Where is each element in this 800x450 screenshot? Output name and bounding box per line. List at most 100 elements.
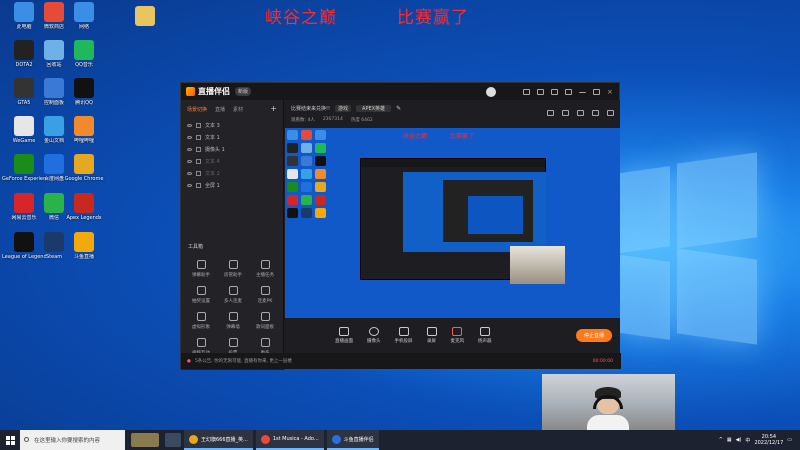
widget-icon[interactable] xyxy=(131,433,159,447)
taskbar-app-button[interactable]: 王幻旗666直播_英... xyxy=(184,430,253,450)
start-stream-button[interactable]: 停止直播 xyxy=(575,329,612,342)
desktop-icon-label: 哔哩哔哩 xyxy=(73,138,94,144)
speaker-button[interactable]: 扬声器 xyxy=(478,327,492,344)
eye-icon[interactable] xyxy=(187,159,192,163)
tab-materials[interactable]: 素材 xyxy=(233,106,243,113)
settings-icon[interactable] xyxy=(537,88,544,95)
volume-icon[interactable]: ◀) xyxy=(736,437,742,443)
nested-app-preview-2 xyxy=(443,180,533,242)
chevron-up-icon[interactable]: ^ xyxy=(719,437,723,443)
camera-icon xyxy=(368,327,379,336)
gift-icon[interactable] xyxy=(547,110,554,116)
text-icon xyxy=(196,134,201,140)
tool-button[interactable]: 多人连麦 xyxy=(217,286,249,304)
tool-label: 主播任务 xyxy=(256,273,274,278)
text-icon xyxy=(196,158,201,164)
preview-app-icon xyxy=(301,156,312,166)
category-badge[interactable]: 游戏 xyxy=(335,105,352,112)
stream-preview[interactable]: 峡谷之巅 比赛赢了 xyxy=(285,128,620,318)
scene-item[interactable]: 文本 3 xyxy=(181,119,283,131)
tool-button[interactable]: 房管助手 xyxy=(217,260,249,278)
eye-icon[interactable] xyxy=(187,183,192,187)
desktop-icon[interactable]: QQ音乐 xyxy=(64,40,104,80)
scene-item[interactable]: 文本 4 xyxy=(181,155,283,167)
desktop-icon[interactable]: 腾讯QQ xyxy=(64,78,104,118)
scene-item[interactable]: 文本 1 xyxy=(181,131,283,143)
tool-button[interactable]: 连麦PK xyxy=(249,286,281,304)
tool-label: 弹幕助手 xyxy=(192,273,210,278)
layout-icon[interactable] xyxy=(562,110,569,116)
scene-item[interactable]: 全屏 1 xyxy=(181,179,283,191)
start-button[interactable] xyxy=(0,430,20,450)
avatar[interactable] xyxy=(486,86,496,97)
minimize-icon[interactable] xyxy=(579,90,586,93)
screen-capture-button[interactable]: 直播画面 xyxy=(335,327,353,344)
tool-icon xyxy=(228,338,238,347)
tab-live[interactable]: 直播 xyxy=(215,106,225,113)
desktop-icon[interactable]: 哔哩哔哩 xyxy=(64,116,104,156)
gear-icon[interactable] xyxy=(592,110,599,116)
scene-item[interactable]: 摄像头 1 xyxy=(181,143,283,155)
record-button[interactable]: 录屏 xyxy=(426,327,437,344)
camera-icon xyxy=(196,146,201,152)
task-view-icon[interactable] xyxy=(165,433,181,447)
menu-icon[interactable] xyxy=(565,88,572,95)
network-icon[interactable]: ▦ xyxy=(727,437,732,443)
app-icon xyxy=(74,40,94,60)
close-icon[interactable]: × xyxy=(607,88,614,95)
ime-icon[interactable]: 中 xyxy=(745,437,750,444)
nested-preview-area xyxy=(403,172,546,252)
add-scene-icon[interactable]: + xyxy=(270,105,277,113)
tool-button[interactable]: 弹幕墙 xyxy=(217,312,249,330)
tool-button[interactable]: 弹幕助手 xyxy=(185,260,217,278)
game-badge[interactable]: APEX英雄 xyxy=(356,105,392,112)
bell-icon[interactable] xyxy=(577,110,584,116)
tool-button[interactable]: 虚拟形象 xyxy=(185,312,217,330)
clock[interactable]: 20:54 2022/12/17 xyxy=(754,434,783,446)
source-toolbar: 直播画面 摄像头 手机投屏 录屏 麦克风 扬声器 停止直播 xyxy=(285,318,620,353)
streaming-app-window[interactable]: 直播伴侣 新版 × 场景切换 直播 素材 + 文本 3 文本 1 摄像头 1 文… xyxy=(180,82,621,370)
eye-icon[interactable] xyxy=(187,135,192,139)
tool-button[interactable]: 歌词面板 xyxy=(249,312,281,330)
edit-icon[interactable]: ✎ xyxy=(396,105,401,112)
tool-button[interactable]: 抽奖设置 xyxy=(185,286,217,304)
screen-icon xyxy=(339,327,349,336)
scene-item[interactable]: 文本 2 xyxy=(181,167,283,179)
taskbar-apps: 王幻旗666直播_英... 1st Musica - Ado... 斗鱼直播伴侣 xyxy=(181,430,379,450)
preview-app-icon xyxy=(287,169,298,179)
eye-icon[interactable] xyxy=(187,171,192,175)
desktop-icon[interactable]: Apex Legends xyxy=(64,193,104,233)
status-bar: ● 5条公告, 你的无限可能, 直播有你来, 更上一层楼 00:00:00 xyxy=(181,353,621,369)
desktop-icon[interactable]: Google Chrome xyxy=(64,154,104,194)
microphone-button[interactable]: 麦克风 xyxy=(451,327,464,344)
app-icon xyxy=(44,116,64,136)
search-box[interactable]: 在这里输入你要搜索的内容 xyxy=(20,430,125,450)
taskbar-app-button[interactable]: 斗鱼直播伴侣 xyxy=(326,430,379,450)
tool-label: 房管助手 xyxy=(224,273,242,278)
share-icon[interactable] xyxy=(607,110,614,116)
eye-icon[interactable] xyxy=(187,123,192,127)
tool-label: 弹幕墙 xyxy=(226,325,240,330)
phone-icon xyxy=(398,327,409,336)
overlay-text-left: 峡谷之巅 xyxy=(265,8,337,28)
message-icon[interactable] xyxy=(523,88,530,95)
stream-title[interactable]: 比赛结束来兑换!! xyxy=(291,105,330,112)
desktop-icon[interactable]: 网络 xyxy=(64,2,104,42)
notification-icon[interactable]: ▭ xyxy=(787,437,792,443)
camera-button[interactable]: 摄像头 xyxy=(367,327,381,344)
preview-app-icon xyxy=(287,208,298,218)
skin-icon[interactable] xyxy=(551,88,558,95)
eye-icon[interactable] xyxy=(187,147,192,151)
desktop-icon[interactable]: 斗鱼直播 xyxy=(64,232,104,272)
speaker-icon xyxy=(479,327,490,336)
taskbar-app-button[interactable]: 1st Musica - Ado... xyxy=(255,430,324,450)
desktop-icon-folder[interactable] xyxy=(125,6,165,46)
text-icon xyxy=(196,122,201,128)
maximize-icon[interactable] xyxy=(593,88,600,95)
tool-button[interactable]: 主播任务 xyxy=(249,260,281,278)
tab-scenes[interactable]: 场景切换 xyxy=(187,106,207,113)
folder-icon xyxy=(135,6,155,26)
version-badge[interactable]: 新版 xyxy=(235,87,252,96)
heat-tag: 热度 6462 xyxy=(350,118,373,123)
phone-cast-button[interactable]: 手机投屏 xyxy=(395,327,413,344)
